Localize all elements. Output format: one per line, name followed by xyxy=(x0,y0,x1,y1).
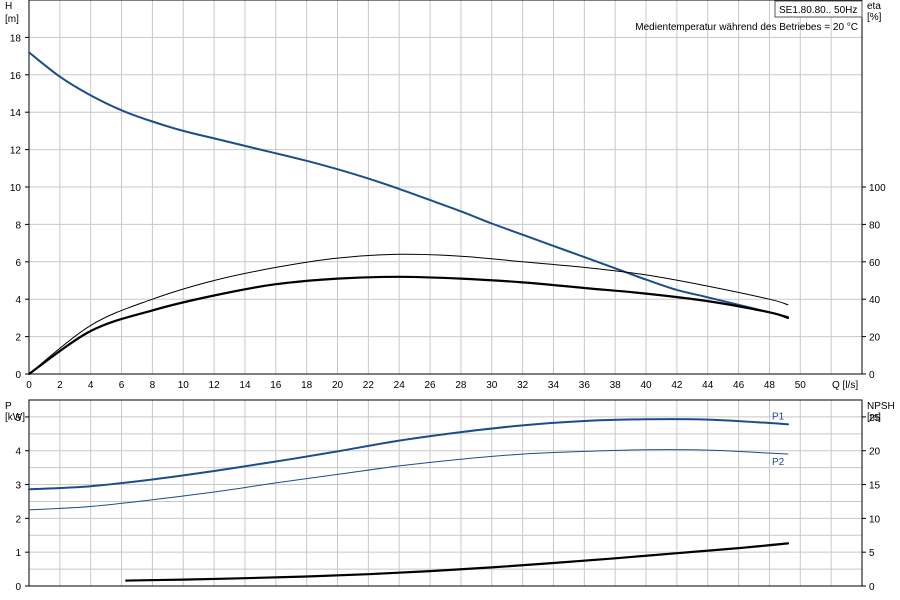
right-tick-label: 80 xyxy=(869,220,881,231)
right-tick-label: 100 xyxy=(869,183,886,194)
right-tick-label: 0 xyxy=(869,370,875,381)
right-axis-unit: [%] xyxy=(867,12,882,23)
x-tick-label: 4 xyxy=(88,380,94,391)
x-tick-label: 48 xyxy=(764,380,776,391)
x-tick-label: 14 xyxy=(239,380,251,391)
left-tick-label: 10 xyxy=(10,183,22,194)
x-tick-label: 10 xyxy=(178,380,190,391)
x-tick-label: 0 xyxy=(26,380,32,391)
x-axis-label: Q [l/s] xyxy=(832,380,858,391)
x-tick-label: 50 xyxy=(795,380,807,391)
x-tick-label: 8 xyxy=(150,380,156,391)
x-tick-label: 30 xyxy=(486,380,498,391)
right-tick-label: 0 xyxy=(869,582,875,593)
x-tick-label: 20 xyxy=(332,380,344,391)
left-axis-label: H xyxy=(5,1,12,12)
left-tick-label: 3 xyxy=(15,481,21,492)
x-tick-label: 6 xyxy=(119,380,125,391)
x-tick-label: 34 xyxy=(548,380,560,391)
x-tick-label: 2 xyxy=(57,380,63,391)
left-tick-label: 2 xyxy=(15,333,21,344)
x-tick-label: 44 xyxy=(702,380,714,391)
left-tick-label: 6 xyxy=(15,258,21,269)
right-tick-label: 15 xyxy=(869,481,881,492)
right-axis-unit: [m] xyxy=(867,412,881,423)
x-tick-label: 28 xyxy=(455,380,467,391)
left-tick-label: 1 xyxy=(15,548,21,559)
series-label-p2: P2 xyxy=(772,457,785,468)
grid xyxy=(28,0,863,587)
curve-p1 xyxy=(28,418,789,491)
x-tick-label: 38 xyxy=(610,380,622,391)
left-tick-label: 18 xyxy=(10,33,22,44)
curve-eta-thick xyxy=(27,275,790,376)
x-tick-label: 32 xyxy=(517,380,529,391)
right-tick-label: 10 xyxy=(869,514,881,525)
right-tick-label: 40 xyxy=(869,295,881,306)
temperature-note: Medientemperatur während des Betriebes =… xyxy=(635,22,858,33)
right-axis-label: eta xyxy=(867,1,881,12)
x-tick-label: 22 xyxy=(363,380,375,391)
right-tick-label: 60 xyxy=(869,258,881,269)
left-tick-label: 12 xyxy=(10,146,22,157)
left-tick-label: 2 xyxy=(15,514,21,525)
left-tick-label: 0 xyxy=(15,370,21,381)
x-tick-label: 46 xyxy=(733,380,745,391)
x-tick-label: 18 xyxy=(301,380,313,391)
left-axis-unit: [kW] xyxy=(5,412,25,423)
right-tick-label: 5 xyxy=(869,548,875,559)
pump-performance-chart: SE1.80.80.. 50Hz Medientemperatur währen… xyxy=(5,0,895,593)
x-tick-label: 36 xyxy=(579,380,591,391)
right-tick-label: 20 xyxy=(869,333,881,344)
x-tick-label: 26 xyxy=(425,380,437,391)
plot-frame xyxy=(28,399,863,587)
left-tick-label: 0 xyxy=(15,582,21,593)
x-tick-label: 24 xyxy=(394,380,406,391)
x-tick-label: 40 xyxy=(640,380,652,391)
left-axis-unit: [m] xyxy=(5,14,19,25)
model-label: SE1.80.80.. 50Hz xyxy=(779,5,857,16)
left-axis-label: P xyxy=(5,401,12,412)
series-label-p1: P1 xyxy=(772,411,785,422)
left-tick-label: 16 xyxy=(10,71,22,82)
curve-npsh xyxy=(125,542,790,582)
left-tick-label: 4 xyxy=(15,295,21,306)
left-tick-label: 14 xyxy=(10,108,22,119)
x-tick-label: 12 xyxy=(209,380,221,391)
left-tick-label: 4 xyxy=(15,447,21,458)
x-tick-label: 16 xyxy=(270,380,282,391)
right-tick-label: 20 xyxy=(869,447,881,458)
left-tick-label: 8 xyxy=(15,220,21,231)
x-tick-label: 42 xyxy=(671,380,683,391)
right-axis-label: NPSH xyxy=(867,401,895,412)
